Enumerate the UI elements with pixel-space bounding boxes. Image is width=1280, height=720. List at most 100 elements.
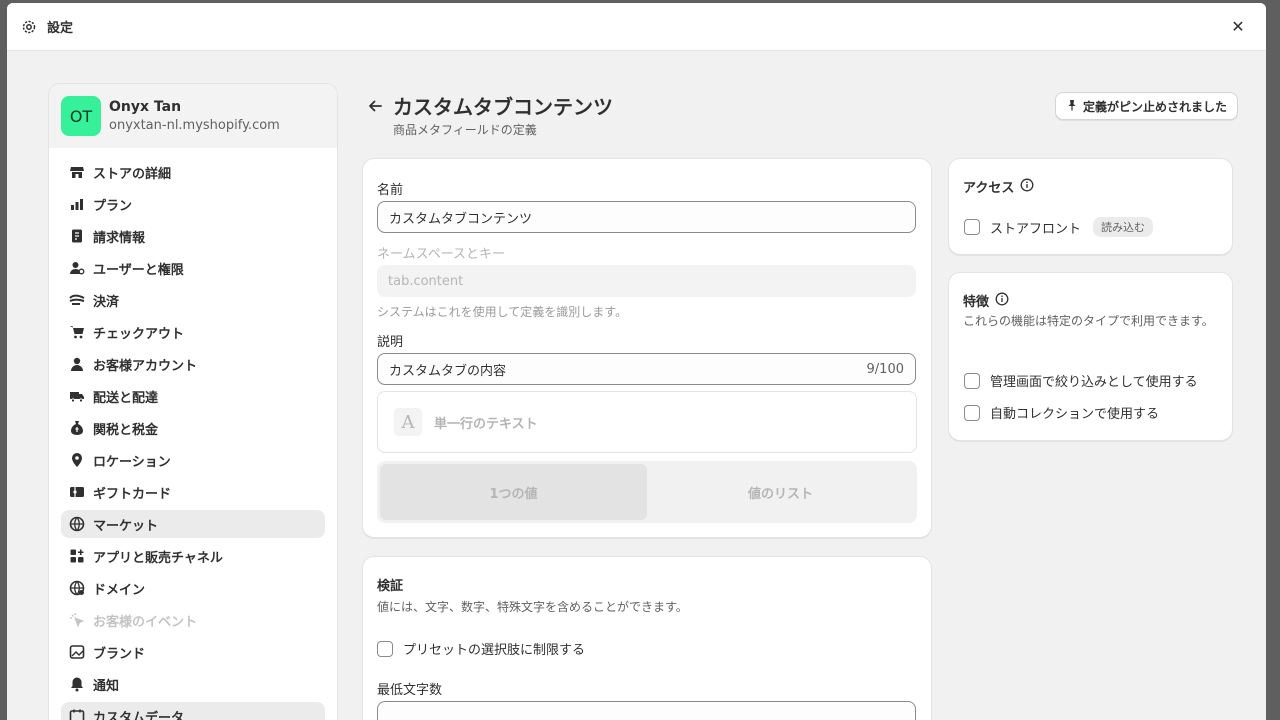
access-card: アクセス ストアフロント 読み込む	[948, 158, 1233, 255]
sidebar-item-label: 通知	[93, 678, 120, 694]
sidebar-item[interactable]: お客様アカウント	[61, 350, 325, 378]
filter-checkbox-row[interactable]: 管理画面で絞り込みとして使用する	[964, 371, 1198, 390]
sidebar-item[interactable]: ドメイン	[61, 574, 325, 602]
namespace-input: tab.content	[377, 265, 916, 297]
settings-sidebar: OT Onyx Tan onyxtan-nl.myshopify.com ストア…	[48, 83, 338, 720]
sidebar-item[interactable]: 請求情報	[61, 222, 325, 250]
back-arrow-icon[interactable]	[366, 97, 384, 115]
sidebar-item[interactable]: ロケーション	[61, 446, 325, 474]
type-selector: A 単一行のテキスト	[377, 391, 917, 453]
value-mode-segment: 1つの値 値のリスト	[377, 461, 917, 523]
features-description: これらの機能は特定のタイプで利用できます。	[963, 314, 1214, 328]
storefront-checkbox-row[interactable]: ストアフロント 読み込む	[964, 217, 1154, 237]
name-input-value: カスタムタブコンテンツ	[389, 211, 533, 227]
pinned-button[interactable]: 定義がピン止めされました	[1054, 92, 1238, 120]
window-title: 設定	[47, 21, 74, 36]
features-title-text: 特徴	[963, 295, 990, 310]
features-title: 特徴	[963, 291, 1009, 310]
sidebar-item-label: ドメイン	[93, 582, 146, 598]
namespace-help: システムはこれを使用して定義を識別します。	[377, 305, 628, 319]
sidebar-item-label: 関税と税金	[93, 422, 159, 438]
cart-icon	[69, 324, 85, 340]
namespace-input-value: tab.content	[388, 273, 464, 289]
sidebar-item-label: ブランド	[93, 646, 146, 662]
close-icon[interactable]: ✕	[1224, 13, 1252, 41]
preset-checkbox-row[interactable]: プリセットの選択肢に制限する	[377, 639, 585, 658]
sidebar-item[interactable]: ストアの詳細	[61, 158, 325, 186]
description-label: 説明	[377, 335, 404, 350]
description-input[interactable]: カスタムタブの内容 9/100	[377, 353, 916, 385]
apps-icon	[69, 548, 85, 564]
preset-label: プリセットの選択肢に制限する	[403, 643, 586, 658]
sidebar-item: お客様のイベント	[61, 606, 325, 634]
sidebar-item-label: お客様アカウント	[93, 358, 198, 374]
pin-icon	[1066, 99, 1078, 114]
sidebar-item[interactable]: カスタムデータ	[61, 702, 325, 720]
sidebar-item[interactable]: ユーザーと権限	[61, 254, 325, 282]
sidebar-item-label: マーケット	[93, 518, 159, 534]
tax-icon	[69, 420, 85, 436]
globe-icon	[69, 516, 85, 532]
sidebar-item-label: 決済	[93, 294, 120, 310]
definition-card: 名前 カスタムタブコンテンツ ネームスペースとキー tab.content シス…	[362, 158, 932, 538]
namespace-label: ネームスペースとキー	[377, 247, 506, 262]
sidebar-item-label: ロケーション	[93, 454, 171, 470]
title-bar: 設定 ✕	[7, 3, 1266, 51]
person-icon	[69, 356, 85, 372]
sidebar-item-label: ギフトカード	[93, 486, 172, 502]
gear-icon	[21, 19, 37, 35]
storefront-label: ストアフロント	[990, 221, 1082, 237]
name-label: 名前	[377, 183, 404, 198]
truck-icon	[69, 388, 85, 404]
pinned-button-label: 定義がピン止めされました	[1082, 99, 1227, 114]
info-icon[interactable]	[1020, 178, 1034, 196]
name-input[interactable]: カスタムタブコンテンツ	[377, 201, 916, 233]
access-title-text: アクセス	[963, 181, 1015, 196]
store-header[interactable]: OT Onyx Tan onyxtan-nl.myshopify.com	[49, 84, 337, 148]
collection-label: 自動コレクションで使用する	[990, 407, 1160, 422]
collection-checkbox-row[interactable]: 自動コレクションで使用する	[964, 403, 1159, 422]
page-subtitle: 商品メタフィールドの定義	[393, 123, 537, 137]
sidebar-item-label: アプリと販売チャネル	[93, 550, 223, 566]
sidebar-item[interactable]: マーケット	[61, 510, 325, 538]
sidebar-item[interactable]: ギフトカード	[61, 478, 325, 506]
sidebar-item[interactable]: プラン	[61, 190, 325, 218]
preset-checkbox[interactable]	[377, 640, 393, 657]
store-avatar: OT	[61, 96, 101, 136]
min-chars-input[interactable]	[377, 701, 916, 720]
sidebar-item[interactable]: 決済	[61, 286, 325, 314]
description-counter: 9/100	[866, 361, 904, 377]
sidebar-item-label: ストアの詳細	[93, 166, 172, 182]
access-title: アクセス	[963, 177, 1034, 196]
sidebar-item[interactable]: ブランド	[61, 638, 325, 666]
page-title: カスタムタブコンテンツ	[393, 95, 613, 119]
sidebar-item[interactable]: アプリと販売チャネル	[61, 542, 325, 570]
gift-card-icon	[69, 484, 85, 500]
billing-icon	[69, 228, 85, 244]
info-icon[interactable]	[995, 292, 1009, 310]
location-icon	[69, 452, 85, 468]
sidebar-item[interactable]: 関税と税金	[61, 414, 325, 442]
segment-single-value: 1つの値	[380, 464, 647, 520]
store-url: onyxtan-nl.myshopify.com	[109, 118, 280, 133]
domain-icon	[69, 580, 85, 596]
storefront-checkbox[interactable]	[964, 219, 980, 235]
collection-checkbox[interactable]	[964, 404, 980, 421]
validation-card: 検証 値には、文字、数字、特殊文字を含めることができます。 プリセットの選択肢に…	[362, 556, 932, 720]
validation-title: 検証	[377, 579, 404, 594]
type-label: 単一行のテキスト	[434, 416, 538, 432]
min-chars-label: 最低文字数	[377, 683, 443, 698]
sidebar-item-label: ユーザーと権限	[93, 262, 184, 278]
sidebar-nav: ストアの詳細プラン請求情報ユーザーと権限 決済チェックアウト お客様アカウント 配送と…	[49, 148, 337, 720]
sidebar-item-label: カスタムデータ	[93, 710, 185, 720]
sidebar-item-label: チェックアウト	[93, 326, 185, 342]
read-badge: 読み込む	[1093, 217, 1154, 237]
sidebar-item[interactable]: チェックアウト	[61, 318, 325, 346]
brand-icon	[69, 644, 85, 660]
sidebar-item-label: 配送と配達	[93, 390, 159, 406]
sidebar-item[interactable]: 通知	[61, 670, 325, 698]
filter-checkbox[interactable]	[964, 372, 980, 389]
store-icon	[69, 164, 85, 180]
sidebar-item[interactable]: 配送と配達	[61, 382, 325, 410]
payments-icon	[69, 292, 85, 308]
